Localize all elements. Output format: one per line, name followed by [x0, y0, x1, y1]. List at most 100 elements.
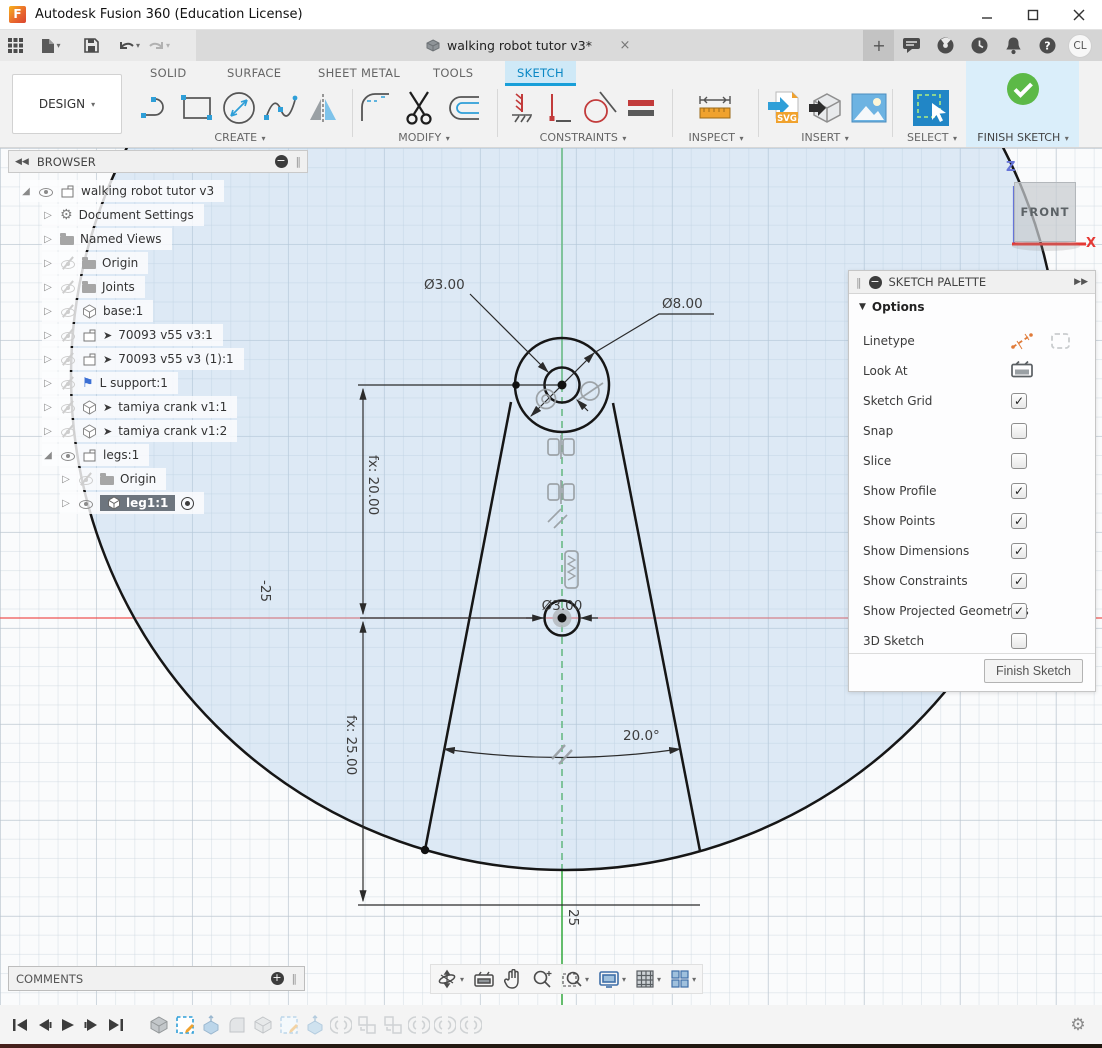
timeline-feature-joint-2[interactable]: [407, 1013, 431, 1037]
activate-component-radio[interactable]: [181, 497, 194, 510]
timeline-feature-fillet[interactable]: [225, 1013, 249, 1037]
browser-header[interactable]: ◀◀ BROWSER − ‖: [8, 150, 308, 173]
visibility-eye-off-icon[interactable]: [60, 424, 76, 438]
dim-25-label[interactable]: fx: 25.00: [343, 715, 359, 775]
timeline-feature-component-2[interactable]: [381, 1013, 405, 1037]
timeline-settings-gear-icon[interactable]: ⚙: [1066, 1014, 1090, 1036]
tab-surface[interactable]: SURFACE: [227, 61, 281, 86]
show-profile-checkbox[interactable]: ✓: [1011, 483, 1027, 499]
timeline-feature-joint-3[interactable]: [433, 1013, 457, 1037]
orbit-tool[interactable]: ▾: [437, 969, 464, 989]
visibility-eye-off-icon[interactable]: [60, 280, 76, 294]
viewports[interactable]: ▾: [671, 970, 696, 988]
close-button[interactable]: [1056, 0, 1102, 29]
tab-solid[interactable]: SOLID: [150, 61, 187, 86]
browser-item-joints[interactable]: ▷ Joints: [42, 276, 145, 298]
browser-item-root[interactable]: ◢ walking robot tutor v3: [20, 180, 224, 202]
group-modify[interactable]: MODIFY ▾: [398, 131, 449, 144]
group-create[interactable]: CREATE ▾: [214, 131, 265, 144]
timeline-feature-component-1[interactable]: [355, 1013, 379, 1037]
pan-tool[interactable]: [504, 969, 522, 989]
panel-grip[interactable]: ‖: [296, 155, 302, 168]
comments-bar[interactable]: COMMENTS + ‖: [8, 966, 305, 991]
leg-bottom-point[interactable]: [421, 846, 429, 854]
mid-center-point[interactable]: [558, 614, 567, 623]
browser-item-legs[interactable]: ◢ legs:1: [42, 444, 149, 466]
document-tab[interactable]: walking robot tutor v3* ×: [196, 30, 864, 61]
tangent-constraint-icon[interactable]: [580, 89, 618, 127]
tab-sheet-metal[interactable]: SHEET METAL: [318, 61, 400, 86]
collapse-panel-icon[interactable]: ◀◀: [15, 157, 29, 167]
visibility-eye-off-icon[interactable]: [60, 400, 76, 414]
browser-item-tamiya-2[interactable]: ▷ ➤ tamiya crank v1:2: [42, 420, 237, 442]
timeline-feature-body[interactable]: [147, 1013, 171, 1037]
minimize-button[interactable]: [964, 0, 1010, 29]
line-tool-icon[interactable]: [138, 89, 176, 127]
show-constraints-checkbox[interactable]: ✓: [1011, 573, 1027, 589]
expand-panel-icon[interactable]: ▶▶: [1074, 277, 1088, 287]
zoom-window-tool[interactable]: ▾: [562, 969, 589, 989]
viewcube-z-label[interactable]: Z: [1006, 160, 1015, 175]
look-at-icon[interactable]: [1011, 361, 1033, 379]
spline-tool-icon[interactable]: [262, 89, 300, 127]
insert-mesh-icon[interactable]: [806, 89, 844, 127]
timeline-play[interactable]: [56, 1014, 80, 1036]
timeline-step-forward[interactable]: [80, 1014, 104, 1036]
visibility-eye-icon[interactable]: [78, 496, 94, 510]
job-status-clock-icon[interactable]: [962, 30, 996, 61]
redo-button[interactable]: ▾: [144, 33, 174, 59]
visibility-eye-off-icon[interactable]: [60, 328, 76, 342]
timeline-feature-sketch-active[interactable]: [173, 1013, 197, 1037]
tab-tools[interactable]: TOOLS: [433, 61, 473, 86]
browser-item-tamiya-1[interactable]: ▷ ➤ tamiya crank v1:1: [42, 396, 237, 418]
selected-item-highlight[interactable]: leg1:1: [100, 495, 175, 511]
save-button[interactable]: [76, 33, 106, 59]
hide-panel-icon[interactable]: −: [275, 155, 288, 168]
offset-tool-icon[interactable]: [444, 89, 482, 127]
finish-sketch-palette-button[interactable]: Finish Sketch: [984, 659, 1083, 683]
circle-tool-icon[interactable]: [220, 89, 258, 127]
3d-sketch-checkbox[interactable]: [1011, 633, 1027, 649]
visibility-eye-off-icon[interactable]: [60, 352, 76, 366]
view-cube[interactable]: Z X FRONT: [998, 160, 1098, 260]
mirror-tool-icon[interactable]: [305, 89, 343, 127]
notifications-bell-icon[interactable]: [996, 30, 1030, 61]
browser-item-document-settings[interactable]: ▷⚙ Document Settings: [42, 204, 204, 226]
viewcube-x-label[interactable]: X: [1086, 236, 1096, 251]
panel-grip[interactable]: ‖: [856, 276, 862, 289]
user-avatar[interactable]: CL: [1068, 34, 1092, 58]
top-center-point[interactable]: [558, 381, 567, 390]
dim-20-label[interactable]: fx: 20.00: [365, 455, 381, 515]
timeline-feature-body-2[interactable]: [251, 1013, 275, 1037]
group-select[interactable]: SELECT ▾: [907, 131, 957, 144]
workspace-selector[interactable]: DESIGN▾: [12, 74, 122, 134]
sketch-point[interactable]: [512, 381, 520, 389]
sketch-canvas[interactable]: fx: 20.00 fx: 25.00 Ø3.00 Ø8.00 Ø3.00 20…: [0, 148, 1102, 1005]
snap-checkbox[interactable]: [1011, 423, 1027, 439]
visibility-eye-off-icon[interactable]: [60, 256, 76, 270]
app-grid-icon[interactable]: [0, 33, 30, 59]
dim-d8-label[interactable]: Ø8.00: [662, 296, 703, 312]
expand-comments-icon[interactable]: +: [271, 972, 284, 985]
finish-sketch-button[interactable]: FINISH SKETCH ▾: [966, 61, 1079, 147]
insert-image-icon[interactable]: [850, 89, 888, 127]
comments-icon[interactable]: [894, 30, 928, 61]
show-points-checkbox[interactable]: ✓: [1011, 513, 1027, 529]
extensions-icon[interactable]: [928, 30, 962, 61]
browser-item-legs-origin[interactable]: ▷ Origin: [60, 468, 166, 490]
zoom-tool[interactable]: [532, 969, 552, 989]
show-projected-checkbox[interactable]: ✓: [1011, 603, 1027, 619]
visibility-eye-off-icon[interactable]: [78, 472, 94, 486]
slice-checkbox[interactable]: [1011, 453, 1027, 469]
display-settings[interactable]: ▾: [599, 971, 626, 988]
undo-button[interactable]: ▾: [114, 33, 144, 59]
group-constraints[interactable]: CONSTRAINTS ▾: [540, 131, 627, 144]
browser-item-leg1-selected[interactable]: ▷ leg1:1: [60, 492, 204, 514]
trim-tool-icon[interactable]: [400, 89, 438, 127]
vertical-horizontal-constraint-icon[interactable]: [540, 89, 578, 127]
fix-constraint-icon[interactable]: [503, 89, 541, 127]
timeline-feature-joint-4[interactable]: [459, 1013, 483, 1037]
browser-item-70093-1[interactable]: ▷ ➤ 70093 v55 v3:1: [42, 324, 223, 346]
help-icon[interactable]: ?: [1030, 30, 1064, 61]
browser-item-base[interactable]: ▷ base:1: [42, 300, 153, 322]
